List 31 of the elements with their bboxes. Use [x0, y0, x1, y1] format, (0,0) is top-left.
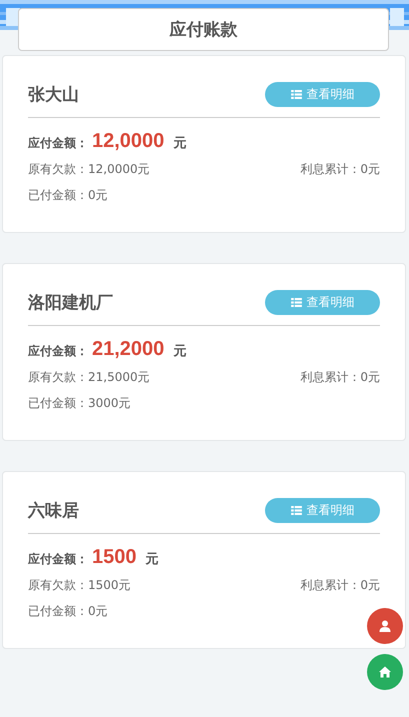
interest-total: 利息累计：0元 [300, 160, 380, 178]
original-debt: 原有欠款：12,0000元 [28, 160, 150, 178]
paid-amount: 已付金额：0元 [28, 602, 108, 620]
view-details-button[interactable]: 查看明细 [265, 498, 380, 522]
list-icon [290, 90, 302, 98]
amount-value: 21,2000 [92, 338, 164, 361]
amount-value: 12,0000 [92, 130, 164, 153]
original-debt: 原有欠款：1500元 [28, 576, 131, 594]
list-icon [290, 506, 302, 514]
view-details-button[interactable]: 查看明细 [265, 82, 380, 106]
paid-amount: 已付金额：3000元 [28, 394, 131, 412]
amount-unit: 元 [173, 135, 186, 152]
amount-label: 应付金额： [28, 551, 88, 568]
list-icon [290, 298, 302, 306]
interest-total: 利息累计：0元 [300, 576, 380, 594]
amount-label: 应付金额： [28, 135, 88, 152]
original-debt: 原有欠款：21,5000元 [28, 368, 150, 386]
amount-label: 应付金额： [28, 343, 88, 360]
account-name: 洛阳建机厂 [28, 292, 113, 314]
home-button[interactable] [367, 654, 403, 690]
amount-unit: 元 [146, 551, 158, 568]
user-icon [379, 620, 391, 632]
view-details-button[interactable]: 查看明细 [265, 290, 380, 314]
amount-value: 1500 [92, 546, 136, 569]
paid-amount: 已付金额：0元 [28, 186, 108, 204]
interest-total: 利息累计：0元 [300, 368, 380, 386]
account-name: 张大山 [28, 84, 79, 106]
home-icon [379, 666, 391, 678]
page-title: 应付账款 [18, 8, 389, 51]
account-name: 六味居 [28, 500, 79, 522]
amount-unit: 元 [173, 343, 186, 360]
